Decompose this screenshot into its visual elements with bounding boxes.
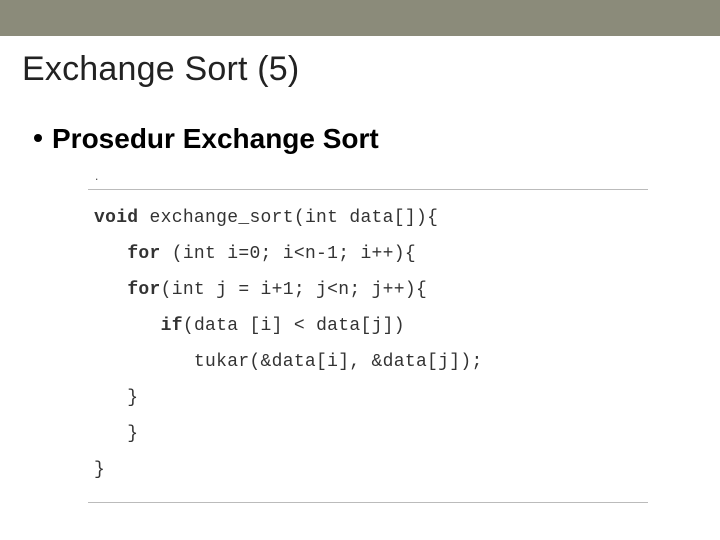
kw-if: if	[161, 316, 183, 336]
code-text: void exchange_sort(int data[]){ for (int…	[88, 194, 648, 498]
l5: tukar(&data[i], &data[j]);	[94, 352, 483, 372]
code-rule-bottom	[88, 502, 648, 503]
subtitle-text: Prosedur Exchange Sort	[52, 123, 379, 154]
kw-for-2: for	[127, 280, 160, 300]
subtitle-line: Prosedur Exchange Sort	[34, 123, 720, 155]
l4-pad	[94, 316, 161, 336]
kw-for-1: for	[127, 244, 160, 264]
l1-rest: exchange_sort(int data[]){	[138, 208, 438, 228]
l2-pad	[94, 244, 127, 264]
code-top-row: .	[88, 173, 648, 185]
l8: }	[94, 460, 105, 480]
l4-rest: (data [i] < data[j])	[183, 316, 405, 336]
tiny-dot: .	[94, 173, 99, 183]
code-block: . void exchange_sort(int data[]){ for (i…	[88, 173, 648, 503]
l2-rest: (int i=0; i<n-1; i++){	[161, 244, 416, 264]
l3-rest: (int j = i+1; j<n; j++){	[161, 280, 427, 300]
l6: }	[94, 388, 138, 408]
code-rule-top	[88, 189, 648, 190]
l7: }	[94, 424, 138, 444]
l3-pad	[94, 280, 127, 300]
slide-title: Exchange Sort (5)	[22, 50, 720, 89]
kw-void: void	[94, 208, 138, 228]
bullet-icon	[34, 134, 42, 142]
top-banner	[0, 0, 720, 36]
slide: Exchange Sort (5) Prosedur Exchange Sort…	[0, 0, 720, 540]
